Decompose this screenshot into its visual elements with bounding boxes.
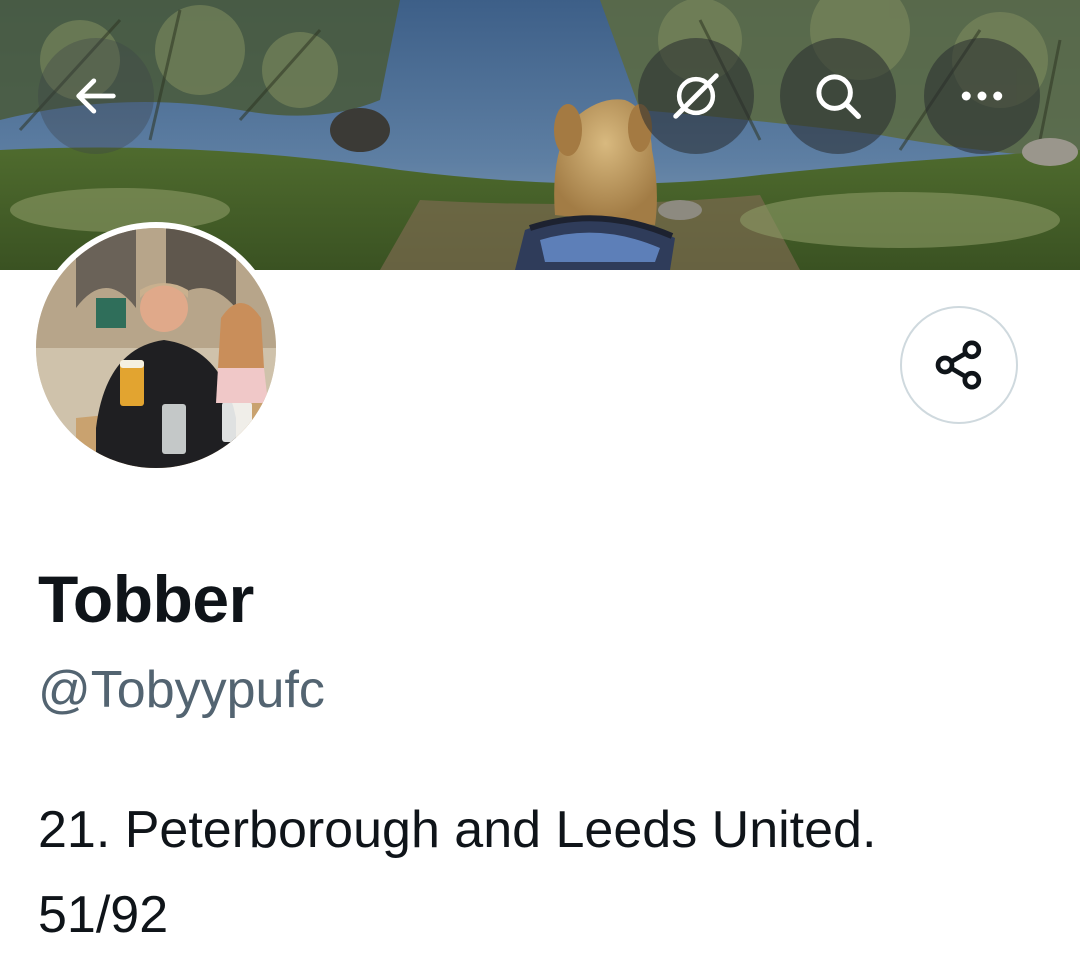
back-button[interactable] xyxy=(38,38,154,154)
search-icon xyxy=(816,74,861,119)
share-profile-button[interactable] xyxy=(900,306,1018,424)
bio-line: 51/92 xyxy=(38,886,169,944)
arrow-left-icon xyxy=(76,78,116,114)
grok-button[interactable] xyxy=(638,38,754,154)
more-horizontal-icon xyxy=(961,91,1003,101)
search-button[interactable] xyxy=(780,38,896,154)
bio-line: 21. Peterborough and Leeds United. xyxy=(38,801,877,859)
more-options-button[interactable] xyxy=(924,38,1040,154)
profile-bio: 21. Peterborough and Leeds United. 51/92 xyxy=(38,788,1048,958)
profile-page: Tobber @Tobyypufc 21. Peterborough and L… xyxy=(0,0,1080,962)
share-icon xyxy=(935,340,982,390)
grok-icon xyxy=(673,73,719,119)
display-name: Tobber xyxy=(38,562,254,636)
user-handle: @Tobyypufc xyxy=(38,661,325,719)
profile-avatar[interactable] xyxy=(30,222,282,474)
